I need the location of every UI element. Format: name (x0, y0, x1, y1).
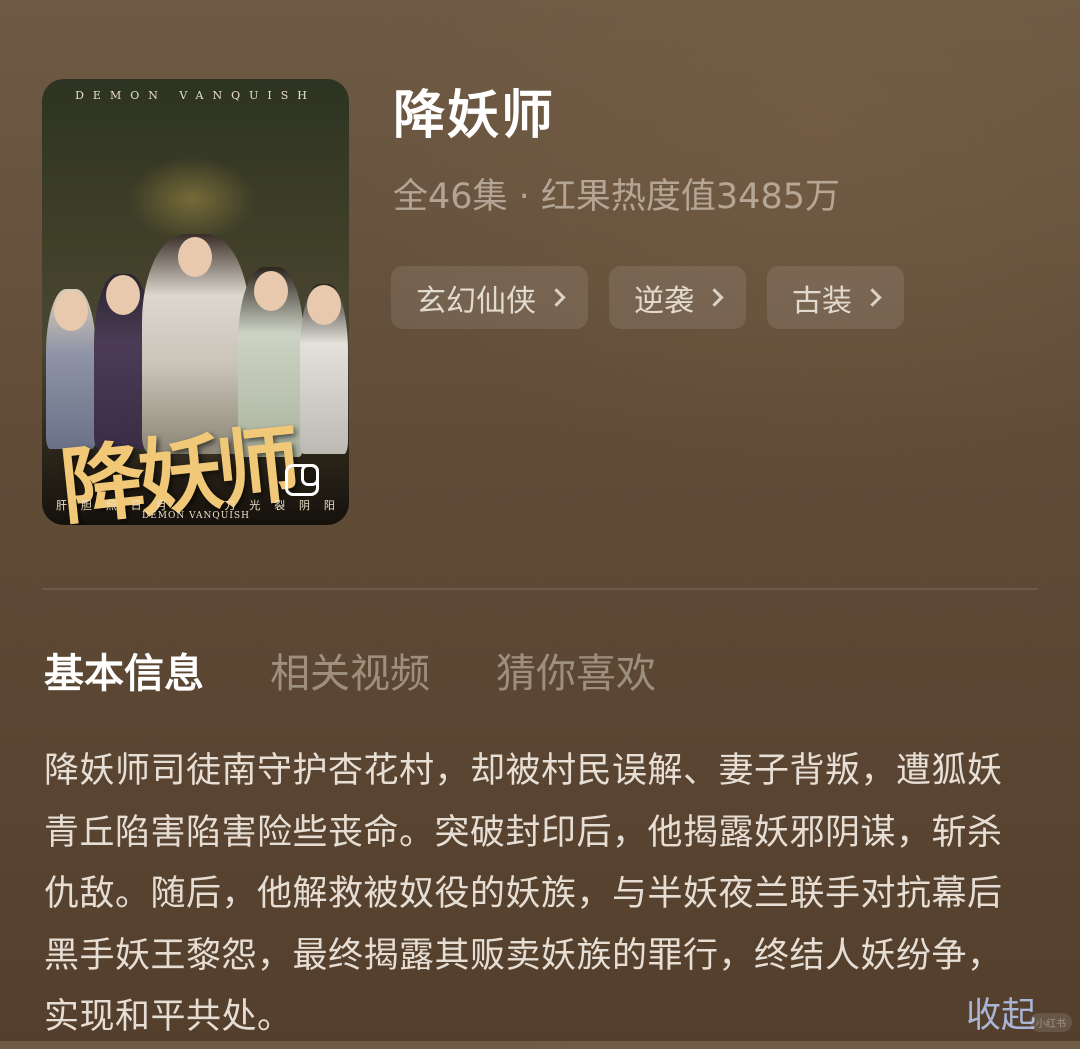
poster-bottom-char: 刀 (224, 499, 236, 512)
divider (42, 588, 1038, 590)
poster[interactable]: DEMON VANQUISH 降妖师 DEMON VANQUISH 肝 胆 照 … (42, 79, 349, 525)
tag-label: 玄幻仙侠 (416, 283, 536, 319)
poster-bottom-text: 肝 胆 照 日 月 刀 光 裂 阴 阳 (56, 497, 335, 513)
poster-bottom-char: 裂 (274, 499, 286, 512)
poster-bottom-char: 胆 (80, 499, 92, 512)
poster-bottom-char: 光 (249, 499, 261, 512)
chevron-right-icon (863, 288, 882, 307)
tag-list: 玄幻仙侠 逆袭 古装 (391, 266, 904, 329)
synopsis-text: 降妖师司徒南守护杏花村，却被村民误解、妻子背叛，遭狐妖青丘陷害陷害险些丧命。突破… (44, 751, 1003, 1037)
poster-bottom-char: 阴 (299, 499, 311, 512)
poster-bottom-char: 日 (130, 499, 142, 512)
collapse-button[interactable]: 收起 (966, 991, 1036, 1041)
tag-button[interactable]: 逆袭 (609, 266, 746, 329)
tag-label: 古装 (792, 283, 852, 319)
tab-basic-info[interactable]: 基本信息 (44, 646, 204, 702)
tab-recommended[interactable]: 猜你喜欢 (496, 646, 656, 702)
picture-in-picture-icon[interactable] (285, 464, 319, 496)
poster-top-text: DEMON VANQUISH (75, 89, 316, 102)
drama-title: 降妖师 (393, 86, 556, 146)
poster-bottom-gap (180, 497, 210, 513)
tag-label: 逆袭 (634, 283, 694, 319)
tab-related-videos[interactable]: 相关视频 (270, 646, 430, 702)
tag-button[interactable]: 古装 (767, 266, 904, 329)
poster-bottom-char: 照 (105, 499, 117, 512)
watermark: 小红书 (1030, 1013, 1072, 1032)
poster-head (106, 275, 140, 315)
poster-head (54, 291, 88, 331)
poster-bottom-char: 肝 (56, 499, 67, 512)
drama-meta: 全46集 · 红果热度值3485万 (393, 177, 840, 217)
tab-bar: 基本信息 相关视频 猜你喜欢 (44, 646, 656, 702)
poster-bottom-char: 阳 (323, 499, 335, 512)
poster-head (178, 237, 212, 277)
tag-button[interactable]: 玄幻仙侠 (391, 266, 588, 329)
poster-bottom-char: 月 (155, 499, 167, 512)
chevron-right-icon (705, 288, 724, 307)
chevron-right-icon (547, 288, 566, 307)
poster-head (254, 271, 288, 311)
poster-head (307, 285, 341, 325)
